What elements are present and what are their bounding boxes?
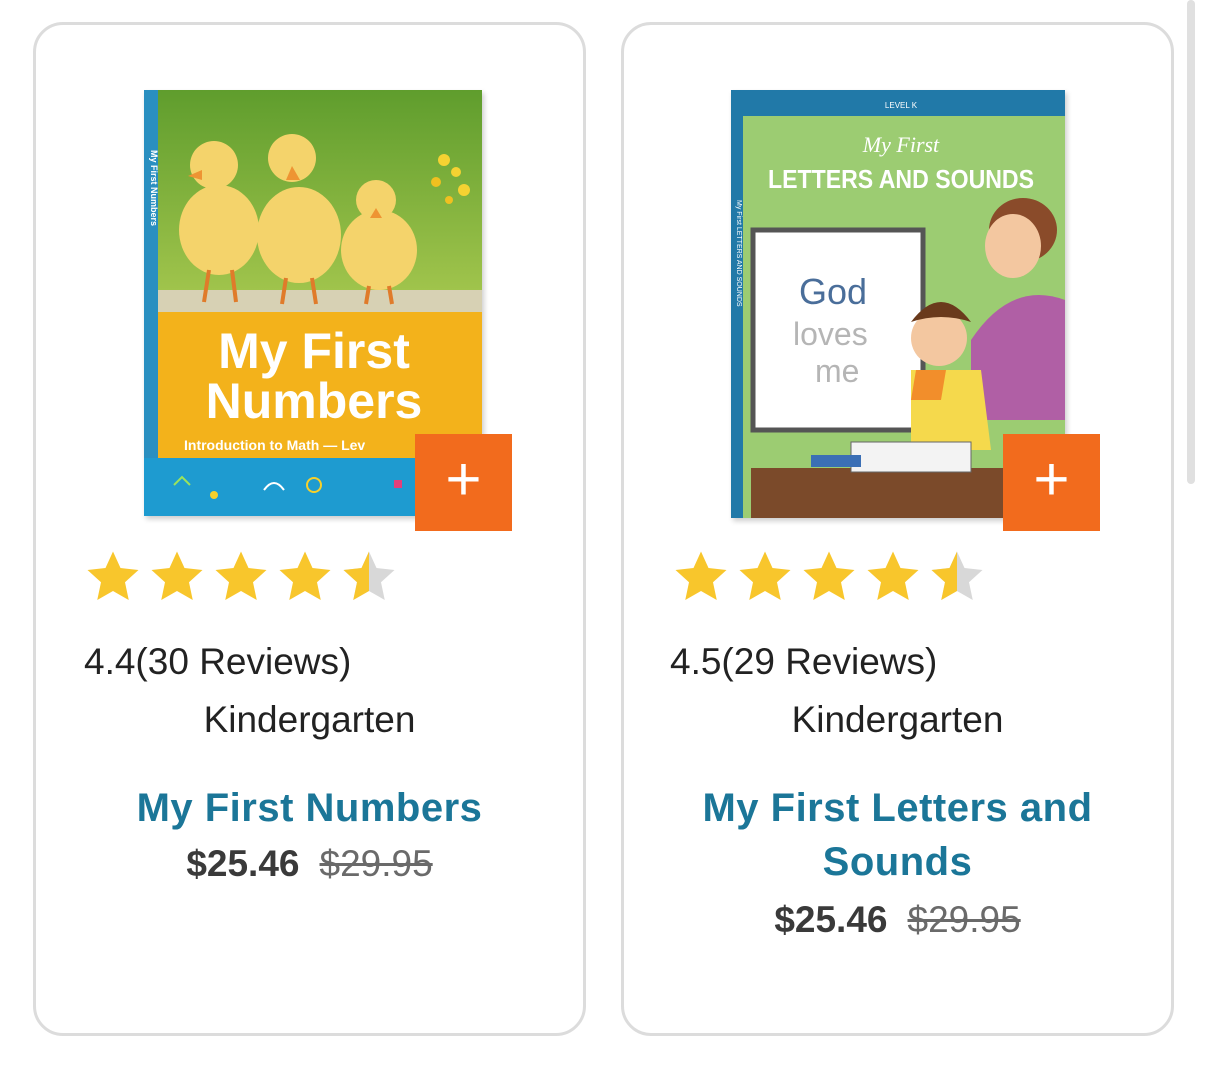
board-text-line2: loves: [793, 316, 868, 352]
product-card[interactable]: My First Numbers My First Numbers Introd…: [33, 22, 586, 1036]
spine-text: My First Numbers: [149, 150, 159, 226]
price-row: $25.46 $29.95: [36, 843, 583, 885]
original-price: $29.95: [319, 843, 433, 884]
star-icon: [867, 551, 919, 600]
product-title[interactable]: My First Letters and Sounds: [644, 781, 1151, 889]
star-icon: [675, 551, 727, 600]
star-icon: [803, 551, 855, 600]
product-grid: My First Numbers My First Numbers Introd…: [0, 0, 1206, 1078]
cover-title-line1: My First: [218, 323, 410, 379]
price-row: $25.46 $29.95: [624, 899, 1171, 941]
rating-summary[interactable]: 4.4(30 Reviews): [84, 641, 351, 683]
star-rating: [82, 547, 400, 607]
board-text-line3: me: [815, 353, 859, 389]
add-to-cart-button[interactable]: +: [1003, 434, 1100, 531]
scrollbar[interactable]: [1187, 0, 1195, 484]
star-icon: [151, 551, 203, 600]
board-text-line1: God: [799, 271, 867, 312]
half-star-icon: [343, 551, 395, 600]
star-icon: [215, 551, 267, 600]
cover-title-line2: Numbers: [206, 373, 423, 429]
rating-summary[interactable]: 4.5(29 Reviews): [670, 641, 937, 683]
half-star-icon: [931, 551, 983, 600]
add-to-cart-button[interactable]: +: [415, 434, 512, 531]
cover-script-title: My First: [862, 132, 940, 157]
grade-level: Kindergarten: [203, 699, 416, 740]
star-icon: [279, 551, 331, 600]
cover-level: LEVEL K: [885, 101, 918, 110]
original-price: $29.95: [907, 899, 1021, 940]
star-icon: [739, 551, 791, 600]
cover-main-title: LETTERS AND SOUNDS: [768, 164, 1034, 194]
sale-price: $25.46: [774, 899, 888, 940]
product-title[interactable]: My First Numbers: [56, 781, 563, 835]
sale-price: $25.46: [186, 843, 300, 884]
product-card[interactable]: LEVEL K My First LETTERS AND SOUNDS God …: [621, 22, 1174, 1036]
grade-level: Kindergarten: [791, 699, 1004, 740]
cover-subtitle: Introduction to Math — Lev: [184, 437, 365, 453]
spine-text: My First LETTERS AND SOUNDS: [735, 200, 742, 307]
star-icon: [87, 551, 139, 600]
star-rating: [670, 547, 988, 607]
